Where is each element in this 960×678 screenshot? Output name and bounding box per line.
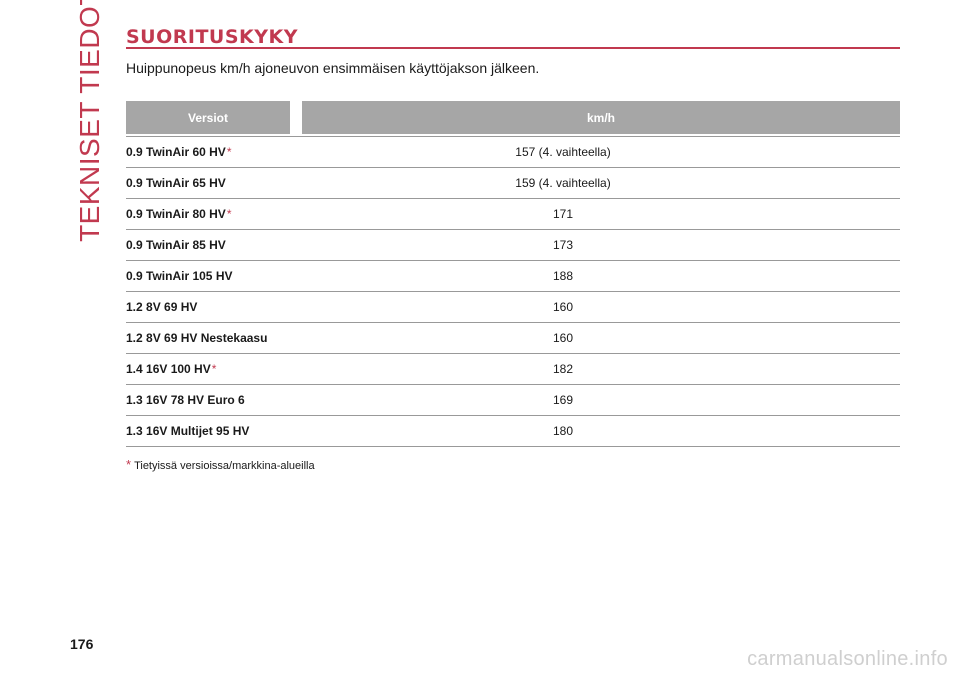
version-cell: 1.2 8V 69 HV Nestekaasu xyxy=(126,331,426,345)
footnote-marker: * xyxy=(211,362,217,376)
header-speed: km/h xyxy=(302,101,900,134)
table-row: 0.9 TwinAir 60 HV* 157 (4. vaihteella) xyxy=(126,136,900,168)
version-cell: 0.9 TwinAir 65 HV xyxy=(126,176,426,190)
section-side-title: TEKNISET TIEDOT xyxy=(70,0,110,242)
table-row: 1.3 16V 78 HV Euro 6 169 xyxy=(126,385,900,416)
speed-cell: 182 xyxy=(552,362,574,376)
footnote-star: * xyxy=(126,457,132,472)
speed-cell: 180 xyxy=(552,424,574,438)
version-cell: 1.4 16V 100 HV* xyxy=(126,362,426,376)
version-label: 0.9 TwinAir 60 HV xyxy=(126,145,226,159)
table-row: 0.9 TwinAir 85 HV 173 xyxy=(126,230,900,261)
header-gap xyxy=(290,101,302,134)
version-cell: 0.9 TwinAir 85 HV xyxy=(126,238,426,252)
watermark-text: carmanualsonline.info xyxy=(747,648,948,670)
speed-cell: 160 xyxy=(552,300,574,314)
table-row: 0.9 TwinAir 80 HV* 171 xyxy=(126,199,900,230)
table-row: 1.2 8V 69 HV Nestekaasu 160 xyxy=(126,323,900,354)
version-label: 0.9 TwinAir 65 HV xyxy=(126,176,226,190)
version-label: 0.9 TwinAir 80 HV xyxy=(126,207,226,221)
version-cell: 1.3 16V Multijet 95 HV xyxy=(126,424,426,438)
page-number: 176 xyxy=(70,636,94,652)
speed-cell: 159 (4. vaihteella) xyxy=(515,176,611,190)
version-label: 0.9 TwinAir 85 HV xyxy=(126,238,226,252)
version-label: 1.3 16V Multijet 95 HV xyxy=(126,424,250,438)
table-row: 1.4 16V 100 HV* 182 xyxy=(126,354,900,385)
footnote: * Tietyissä versioissa/markkina-alueilla xyxy=(126,457,315,472)
speed-cell: 173 xyxy=(552,238,574,252)
performance-table: Versiot km/h 0.9 TwinAir 60 HV* 157 (4. … xyxy=(126,101,900,447)
version-label: 1.4 16V 100 HV xyxy=(126,362,211,376)
section-side-title-text: TEKNISET TIEDOT xyxy=(74,0,105,242)
page-title: SUORITUSKYKY xyxy=(126,26,298,48)
speed-cell: 171 xyxy=(552,207,574,221)
speed-cell: 157 (4. vaihteella) xyxy=(515,145,611,159)
table-header: Versiot km/h xyxy=(126,101,900,134)
title-divider xyxy=(126,47,900,49)
page-subtitle: Huippunopeus km/h ajoneuvon ensimmäisen … xyxy=(126,60,540,76)
version-cell: 1.3 16V 78 HV Euro 6 xyxy=(126,393,426,407)
table-row: 0.9 TwinAir 65 HV 159 (4. vaihteella) xyxy=(126,168,900,199)
version-label: 1.2 8V 69 HV Nestekaasu xyxy=(126,331,268,345)
table-body: 0.9 TwinAir 60 HV* 157 (4. vaihteella) 0… xyxy=(126,136,900,447)
speed-cell: 169 xyxy=(552,393,574,407)
version-cell: 1.2 8V 69 HV xyxy=(126,300,426,314)
header-version: Versiot xyxy=(126,101,290,134)
version-cell: 0.9 TwinAir 60 HV* xyxy=(126,145,426,159)
footnote-marker: * xyxy=(226,207,232,221)
table-row: 1.3 16V Multijet 95 HV 180 xyxy=(126,416,900,447)
version-label: 1.3 16V 78 HV Euro 6 xyxy=(126,393,245,407)
table-row: 0.9 TwinAir 105 HV 188 xyxy=(126,261,900,292)
footnote-text: Tietyissä versioissa/markkina-alueilla xyxy=(134,460,315,472)
speed-cell: 188 xyxy=(552,269,574,283)
version-cell: 0.9 TwinAir 105 HV xyxy=(126,269,426,283)
version-label: 1.2 8V 69 HV xyxy=(126,300,198,314)
footnote-marker: * xyxy=(226,145,232,159)
speed-cell: 160 xyxy=(552,331,574,345)
version-label: 0.9 TwinAir 105 HV xyxy=(126,269,233,283)
table-row: 1.2 8V 69 HV 160 xyxy=(126,292,900,323)
version-cell: 0.9 TwinAir 80 HV* xyxy=(126,207,426,221)
